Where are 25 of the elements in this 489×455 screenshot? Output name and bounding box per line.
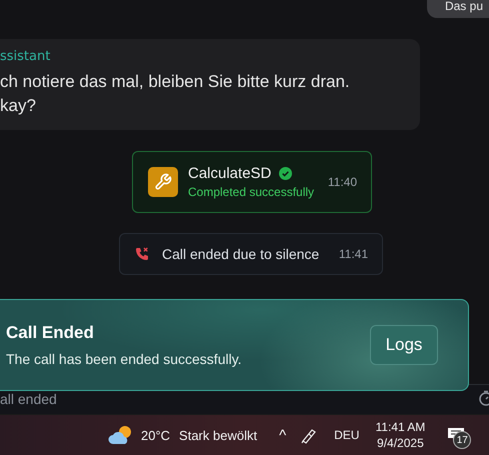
timestamp: 11:40 [328,175,357,189]
timer-icon [479,390,489,406]
toast-message: The call has been ended successfully. [6,351,243,367]
chevron-up-icon[interactable]: ^ [279,426,286,444]
clock-date: 9/4/2025 [377,436,424,450]
logs-button[interactable]: Logs [370,325,438,365]
clock-time: 11:41 AM [375,420,426,434]
temperature: 20°C [141,428,170,442]
tool-name: CalculateSD [188,165,272,182]
message-text: Das pu [444,0,483,13]
sender-label: ssistant [0,49,52,64]
tool-status: Completed successfully [188,185,316,199]
notification-count: 17 [453,431,472,449]
cloud-sun-icon[interactable] [108,424,134,446]
message-text: ch notiere das mal, bleiben Sie bitte kurz dran. [0,71,351,93]
phone-hangup-icon [134,246,150,262]
event-text: Call ended due to silence [162,246,320,262]
weather-text: Stark bewölkt [179,428,258,442]
message-text: kay? [0,95,37,117]
toast-title: Call Ended [6,323,95,343]
wrench-icon [148,167,178,197]
clock[interactable]: 11:41 AM 9/4/2025 [375,420,426,450]
language-indicator[interactable]: DEU [334,428,360,442]
status-text: all ended [0,392,57,406]
timestamp: 11:41 [338,247,368,261]
